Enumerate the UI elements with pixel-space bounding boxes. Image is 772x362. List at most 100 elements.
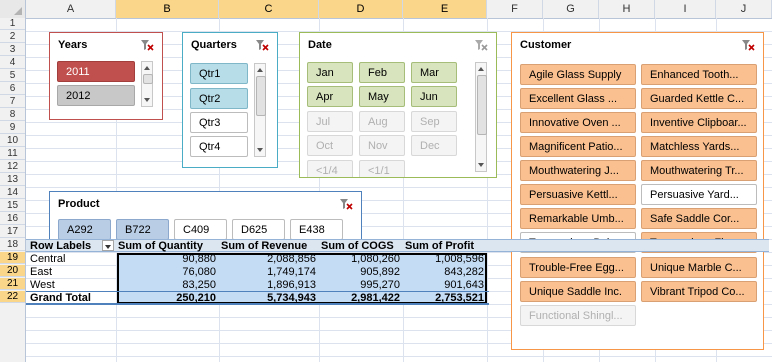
slicer-item-nov[interactable]: Nov <box>359 135 405 156</box>
slicer-item-customer[interactable]: Magnificent Patio... <box>520 136 636 157</box>
slicer-item-customer[interactable]: Guarded Kettle C... <box>641 88 757 109</box>
slicer-item-customer[interactable]: Functional Shingl... <box>520 305 636 326</box>
row-header[interactable]: 19 <box>0 252 25 264</box>
pivot-grand-total-cell[interactable]: 2,753,521 <box>403 292 487 304</box>
column-header-f[interactable]: F <box>487 0 543 18</box>
column-header-e[interactable]: E <box>403 0 487 18</box>
row-header[interactable]: 12 <box>0 161 25 173</box>
pivot-cell[interactable]: 1,008,596 <box>403 253 487 265</box>
slicer-item-customer[interactable]: Safe Saddle Cor... <box>641 208 757 229</box>
row-header[interactable]: 16 <box>0 213 25 225</box>
row-header[interactable]: 6 <box>0 83 25 95</box>
slicer-item-customer[interactable]: Enhanced Tooth... <box>641 64 757 85</box>
slicer-item-may[interactable]: May <box>359 86 405 107</box>
scroll-thumb[interactable] <box>143 74 153 84</box>
scroll-up-icon[interactable] <box>144 66 150 70</box>
pivot-cell[interactable]: 83,250 <box>117 279 219 291</box>
row-header[interactable]: 17 <box>0 226 25 238</box>
slicer-item-d625[interactable]: D625 <box>232 219 285 240</box>
pivot-cell[interactable]: 1,896,913 <box>219 279 319 291</box>
row-header[interactable]: 9 <box>0 122 25 134</box>
slicer-item-customer[interactable]: Vibrant Tripod Co... <box>641 281 757 302</box>
clear-filter-icon[interactable] <box>339 197 353 211</box>
row-header[interactable]: 5 <box>0 70 25 82</box>
clear-filter-icon[interactable] <box>474 38 488 52</box>
scroll-down-icon[interactable] <box>478 163 484 167</box>
pivot-grand-total-cell[interactable]: 250,210 <box>117 292 219 304</box>
row-header[interactable]: 10 <box>0 135 25 147</box>
slicer-item-feb[interactable]: Feb <box>359 62 405 83</box>
slicer-item-before-1-1[interactable]: <1/1 <box>359 160 405 177</box>
slicer-item-qtr4[interactable]: Qtr4 <box>190 136 248 157</box>
quarters-scrollbar[interactable] <box>254 63 266 157</box>
slicer-item-customer[interactable]: Remarkable Umb... <box>520 208 636 229</box>
row-header[interactable]: 22 <box>0 291 25 303</box>
pivot-cell[interactable]: 901,643 <box>403 279 487 291</box>
date-scrollbar[interactable] <box>475 62 487 172</box>
row-header[interactable]: 7 <box>0 96 25 108</box>
row-header[interactable]: 15 <box>0 200 25 212</box>
slicer-item-customer[interactable]: Matchless Yards... <box>641 136 757 157</box>
pivot-row-label[interactable]: West <box>30 279 115 291</box>
select-all-corner[interactable] <box>0 0 26 18</box>
slicer-item-2011[interactable]: 2011 <box>57 61 135 82</box>
scroll-thumb[interactable] <box>256 76 266 116</box>
column-header-b[interactable]: B <box>116 0 219 18</box>
slicer-item-customer[interactable]: Innovative Oven ... <box>520 112 636 133</box>
pivot-cell[interactable]: 1,080,260 <box>319 253 403 265</box>
slicer-item-a292[interactable]: A292 <box>58 219 111 240</box>
slicer-item-qtr1[interactable]: Qtr1 <box>190 63 248 84</box>
slicer-item-qtr3[interactable]: Qtr3 <box>190 112 248 133</box>
pivot-cell[interactable]: 2,088,856 <box>219 253 319 265</box>
scroll-down-icon[interactable] <box>144 98 150 102</box>
column-header-g[interactable]: G <box>543 0 599 18</box>
clear-filter-icon[interactable] <box>255 38 269 52</box>
pivot-cell[interactable]: 90,880 <box>117 253 219 265</box>
pivot-grand-total-cell[interactable]: 2,981,422 <box>319 292 403 304</box>
slicer-item-jan[interactable]: Jan <box>307 62 353 83</box>
pivot-cell[interactable]: 905,892 <box>319 266 403 278</box>
slicer-item-aug[interactable]: Aug <box>359 111 405 132</box>
scroll-down-icon[interactable] <box>257 148 263 152</box>
slicer-item-apr[interactable]: Apr <box>307 86 353 107</box>
row-header[interactable]: 8 <box>0 109 25 121</box>
scroll-up-icon[interactable] <box>478 67 484 71</box>
pivot-cell[interactable]: 1,749,174 <box>219 266 319 278</box>
scroll-thumb[interactable] <box>477 75 487 135</box>
pivot-cell[interactable]: 843,282 <box>403 266 487 278</box>
row-header[interactable]: 3 <box>0 44 25 56</box>
years-scrollbar[interactable] <box>141 61 153 107</box>
column-header-a[interactable]: A <box>26 0 116 18</box>
slicer-item-jun[interactable]: Jun <box>411 86 457 107</box>
clear-filter-icon[interactable] <box>741 38 755 52</box>
column-header-d[interactable]: D <box>319 0 403 18</box>
pivot-grand-total-label[interactable]: Grand Total <box>30 292 115 304</box>
row-header[interactable]: 14 <box>0 187 25 199</box>
slicer-item-customer[interactable]: Unique Saddle Inc. <box>520 281 636 302</box>
row-header[interactable]: 18 <box>0 239 25 251</box>
slicer-item-customer[interactable]: Excellent Glass ... <box>520 88 636 109</box>
slicer-item-customer[interactable]: Unique Marble C... <box>641 257 757 278</box>
row-header[interactable]: 13 <box>0 174 25 186</box>
slicer-item-customer[interactable]: Trouble-Free Egg... <box>520 257 636 278</box>
row-header[interactable]: 20 <box>0 265 25 277</box>
row-header[interactable]: 21 <box>0 278 25 290</box>
slicer-item-customer[interactable]: Mouthwatering J... <box>520 160 636 181</box>
slicer-item-mar[interactable]: Mar <box>411 62 457 83</box>
row-header[interactable]: 11 <box>0 148 25 160</box>
row-header[interactable]: 2 <box>0 31 25 43</box>
slicer-item-2012[interactable]: 2012 <box>57 85 135 106</box>
slicer-item-customer[interactable]: Mouthwatering Tr... <box>641 160 757 181</box>
scroll-up-icon[interactable] <box>257 68 263 72</box>
slicer-item-customer[interactable]: Persuasive Kettl... <box>520 184 636 205</box>
pivot-cell[interactable]: 76,080 <box>117 266 219 278</box>
slicer-item-c409[interactable]: C409 <box>174 219 227 240</box>
row-header[interactable]: 4 <box>0 57 25 69</box>
slicer-item-qtr2[interactable]: Qtr2 <box>190 88 248 109</box>
column-header-j[interactable]: J <box>716 0 772 18</box>
pivot-cell[interactable]: 995,270 <box>319 279 403 291</box>
row-header[interactable]: 1 <box>0 18 25 30</box>
pivot-row-label[interactable]: Central <box>30 253 115 265</box>
slicer-item-oct[interactable]: Oct <box>307 135 353 156</box>
slicer-item-customer[interactable]: Inventive Clipboar... <box>641 112 757 133</box>
